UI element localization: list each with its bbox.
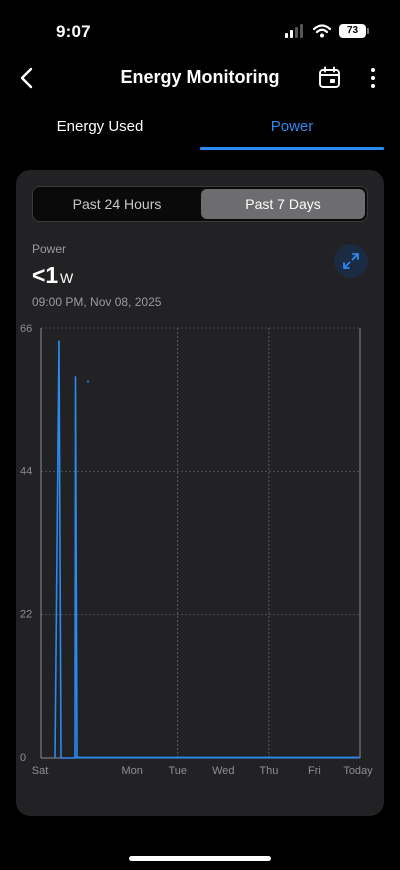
cellular-signal-icon — [285, 24, 305, 38]
active-tab-indicator — [200, 147, 384, 150]
battery-icon: 73 — [339, 24, 369, 38]
range-option-7-days[interactable]: Past 7 Days — [201, 189, 365, 219]
home-indicator — [129, 856, 271, 861]
nav-bar: Energy Monitoring — [0, 58, 400, 98]
y-tick-label: 66 — [20, 323, 32, 335]
tab-power[interactable]: Power — [200, 106, 384, 152]
metric-timestamp: 09:00 PM, Nov 08, 2025 — [32, 295, 162, 309]
x-tick-label: Thu — [259, 765, 278, 777]
y-tick-label: 0 — [20, 752, 26, 764]
more-vertical-icon[interactable] — [366, 66, 380, 90]
chart-series — [54, 340, 360, 759]
x-tick-label: Wed — [212, 765, 234, 777]
expand-icon[interactable] — [334, 244, 368, 278]
power-chart: 0 22 44 66 Sat Mon Tue Wed Thu Fri Today — [20, 323, 373, 777]
x-tick-label: Sat — [32, 765, 49, 777]
metric-value: <1 — [32, 262, 59, 288]
range-selector: Past 24 Hours Past 7 Days — [32, 186, 368, 222]
tab-energy-used[interactable]: Energy Used — [0, 106, 200, 152]
chart-grid — [40, 327, 361, 759]
status-bar: 9:07 73 — [0, 0, 400, 60]
series-point — [87, 380, 89, 383]
y-tick-label: 44 — [20, 465, 32, 477]
tab-bar: Energy Used Power — [0, 106, 400, 152]
y-axis-ticks: 0 22 44 66 — [20, 323, 32, 764]
metric-label: Power — [32, 242, 67, 256]
status-icons: 73 — [285, 24, 369, 38]
y-tick-label: 22 — [20, 609, 32, 621]
x-tick-label: Today — [343, 765, 373, 777]
x-tick-label: Mon — [121, 765, 142, 777]
range-option-24-hours[interactable]: Past 24 Hours — [35, 189, 199, 219]
x-tick-label: Fri — [308, 765, 321, 777]
metric-unit: W — [60, 270, 74, 286]
status-time: 9:07 — [56, 22, 91, 41]
x-tick-label: Tue — [168, 765, 187, 777]
wifi-icon — [313, 24, 331, 38]
x-axis-ticks: Sat Mon Tue Wed Thu Fri Today — [32, 765, 373, 777]
power-card: Past 24 Hours Past 7 Days Power <1 W 09:… — [16, 170, 384, 816]
calendar-icon[interactable] — [318, 66, 342, 90]
series-line-spikes — [54, 340, 78, 759]
